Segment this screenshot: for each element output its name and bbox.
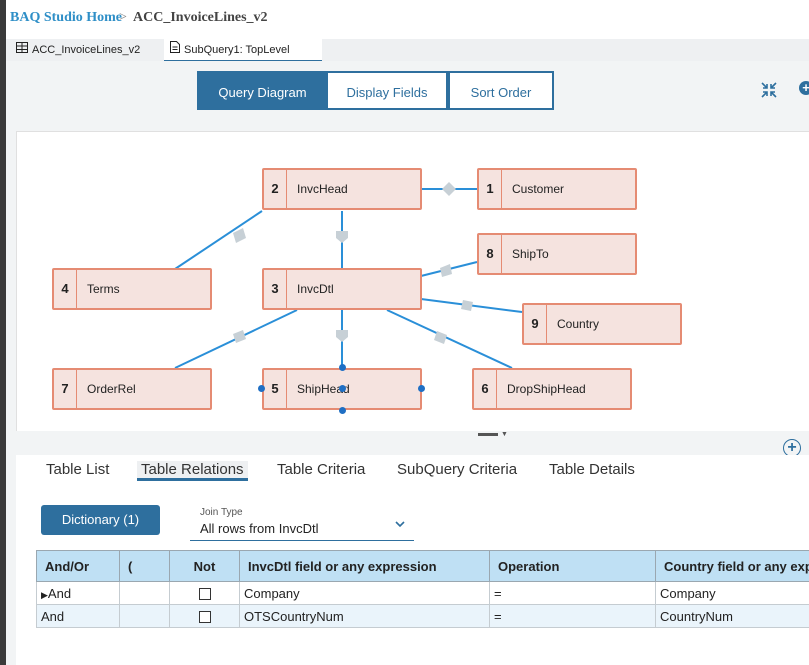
view-tabs: Query Diagram Display Fields Sort Order xyxy=(197,71,554,110)
chevron-down-icon[interactable]: ▼ xyxy=(501,431,508,438)
table-node-customer[interactable]: 1 Customer xyxy=(477,168,637,210)
table-row[interactable]: And OTSCountryNum = CountryNum xyxy=(36,604,809,628)
breadcrumb-separator: > xyxy=(119,10,127,25)
table-node-terms[interactable]: 4 Terms xyxy=(52,268,212,310)
column-header-and-or[interactable]: And/Or xyxy=(36,550,120,582)
cell-not[interactable] xyxy=(169,581,240,605)
tab-subquery-criteria[interactable]: SubQuery Criteria xyxy=(397,461,517,478)
join-shield-icon xyxy=(233,228,246,243)
table-node-orderrel[interactable]: 7 OrderRel xyxy=(52,368,212,410)
doc-tab-label: SubQuery1: TopLevel xyxy=(184,43,290,56)
document-icon xyxy=(170,40,180,60)
chevron-down-icon xyxy=(394,518,406,533)
join-type-select[interactable]: All rows from InvcDtl xyxy=(190,518,414,541)
document-tab-strip: ACC_InvoiceLines_v2 SubQuery1: TopLevel xyxy=(6,39,809,62)
breadcrumb-home-link[interactable]: BAQ Studio Home xyxy=(10,10,122,26)
tab-query-diagram[interactable]: Query Diagram xyxy=(197,71,328,110)
relations-grid: And/Or ( Not InvcDtl field or any expres… xyxy=(36,550,809,628)
cell-operation[interactable]: = xyxy=(489,604,656,628)
join-shield-icon xyxy=(336,330,348,342)
column-header-operation[interactable]: Operation xyxy=(489,550,656,582)
relation-line-invcdtl-dropshiphead xyxy=(386,309,513,369)
collapse-arrows-icon[interactable] xyxy=(761,82,777,101)
breadcrumb-current: ACC_InvoiceLines_v2 xyxy=(133,10,268,25)
column-header-left-field[interactable]: InvcDtl field or any expression xyxy=(239,550,490,582)
dictionary-button[interactable]: Dictionary (1) xyxy=(41,505,160,535)
tab-table-criteria[interactable]: Table Criteria xyxy=(277,461,365,478)
column-header-paren[interactable]: ( xyxy=(119,550,170,582)
column-header-right-field[interactable]: Country field or any expr xyxy=(655,550,809,582)
table-node-dropshiphead[interactable]: 6 DropShipHead xyxy=(472,368,632,410)
tab-display-fields[interactable]: Display Fields xyxy=(326,71,448,110)
tab-sort-order[interactable]: Sort Order xyxy=(448,71,554,110)
table-icon xyxy=(16,40,28,60)
cell-not[interactable] xyxy=(169,604,240,628)
tab-table-list[interactable]: Table List xyxy=(46,461,109,478)
current-row-indicator-icon: ▶ xyxy=(41,589,48,600)
cell-and-or[interactable]: And xyxy=(36,604,120,628)
resize-handle-right[interactable] xyxy=(418,385,425,392)
resize-handle-top[interactable] xyxy=(339,364,346,371)
cell-paren[interactable] xyxy=(119,604,170,628)
join-type-label: Join Type xyxy=(200,507,243,518)
resize-handle-left[interactable] xyxy=(258,385,265,392)
join-shield-icon xyxy=(440,264,452,277)
table-node-invcdtl[interactable]: 3 InvcDtl xyxy=(262,268,422,310)
join-shield-icon xyxy=(336,231,348,243)
cell-right-field[interactable]: Company xyxy=(655,581,809,605)
not-checkbox[interactable] xyxy=(198,588,211,601)
resize-handle-bottom[interactable] xyxy=(339,407,346,414)
join-type-value: All rows from InvcDtl xyxy=(200,521,319,536)
doc-tab-query[interactable]: ACC_InvoiceLines_v2 xyxy=(16,39,140,60)
table-row[interactable]: ▶And Company = Company xyxy=(36,581,809,605)
column-header-not[interactable]: Not xyxy=(169,550,240,582)
join-shield-icon xyxy=(461,300,473,311)
relation-line-invchead-terms xyxy=(174,210,263,270)
panel-splitter[interactable] xyxy=(478,433,498,436)
doc-tab-subquery[interactable]: SubQuery1: TopLevel xyxy=(164,39,322,62)
cell-and-or[interactable]: ▶And xyxy=(36,581,120,605)
resize-handle-center[interactable] xyxy=(339,385,346,392)
table-node-country[interactable]: 9 Country xyxy=(522,303,682,345)
join-shield-icon xyxy=(233,330,246,343)
doc-tab-label: ACC_InvoiceLines_v2 xyxy=(32,43,141,56)
cell-left-field[interactable]: OTSCountryNum xyxy=(239,604,490,628)
not-checkbox[interactable] xyxy=(198,611,211,624)
breadcrumb: BAQ Studio Home > ACC_InvoiceLines_v2 xyxy=(6,0,809,35)
query-diagram-canvas[interactable]: 2 InvcHead 1 Customer 8 ShipTo 4 Terms 3… xyxy=(16,131,809,431)
tab-table-details[interactable]: Table Details xyxy=(549,461,635,478)
diamond-icon xyxy=(442,182,456,196)
cell-left-field[interactable]: Company xyxy=(239,581,490,605)
cell-operation[interactable]: = xyxy=(489,581,656,605)
cell-right-field[interactable]: CountryNum xyxy=(655,604,809,628)
table-node-invchead[interactable]: 2 InvcHead xyxy=(262,168,422,210)
tab-table-relations[interactable]: Table Relations xyxy=(137,461,248,481)
grid-header-row: And/Or ( Not InvcDtl field or any expres… xyxy=(36,550,809,582)
add-circle-icon[interactable]: + xyxy=(799,81,809,95)
table-node-shipto[interactable]: 8 ShipTo xyxy=(477,233,637,275)
cell-paren[interactable] xyxy=(119,581,170,605)
